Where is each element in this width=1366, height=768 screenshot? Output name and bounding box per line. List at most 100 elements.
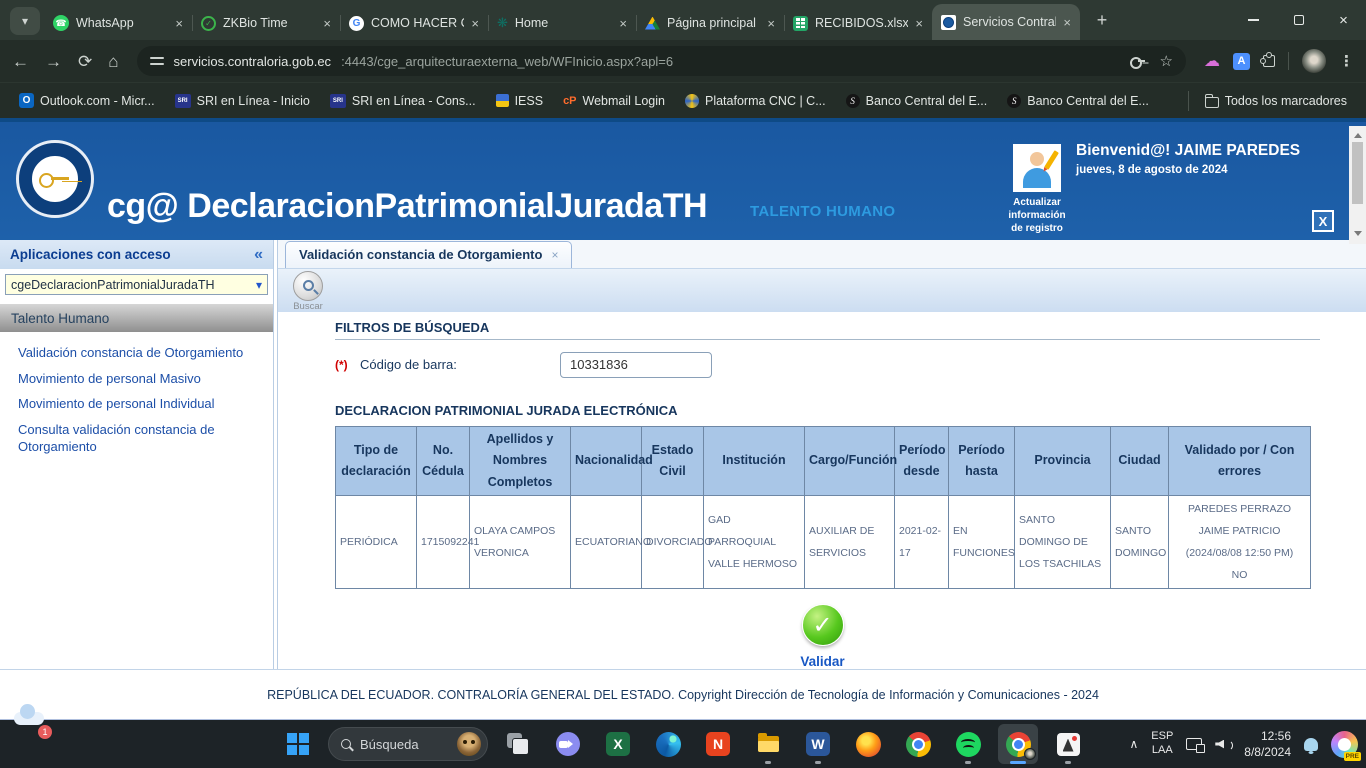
bookmark-sri-inicio[interactable]: SRISRI en Línea - Inicio [166, 91, 319, 111]
bookmark-banco-central-2[interactable]: SBanco Central del E... [998, 91, 1158, 111]
excel-button[interactable]: X [598, 724, 638, 764]
cell-ciudad: SANTO DOMINGO [1111, 495, 1169, 588]
cloud-extension-icon[interactable]: ☁ [1204, 51, 1220, 71]
forward-button[interactable]: → [45, 53, 62, 70]
sidebar-item-validacion-constancia[interactable]: Validación constancia de Otorgamiento [0, 340, 273, 366]
sidebar-item-movimiento-individual[interactable]: Movimiento de personal Individual [0, 391, 273, 417]
bookmark-outlook[interactable]: OOutlook.com - Micr... [10, 90, 164, 111]
tab-close-icon[interactable]: × [1063, 15, 1071, 30]
nitro-pdf-button[interactable]: N [698, 724, 738, 764]
volume-icon[interactable] [1215, 738, 1231, 751]
network-icon[interactable] [1186, 738, 1202, 750]
tab-validacion-constancia[interactable]: Validación constancia de Otorgamiento × [285, 241, 572, 268]
file-explorer-button[interactable] [748, 724, 788, 764]
tab-zkbio[interactable]: ✓ ZKBio Time × [192, 6, 340, 40]
tab-recibidos[interactable]: RECIBIDOS.xlsx - × [784, 6, 932, 40]
sidebar-collapse-icon[interactable]: « [254, 246, 263, 264]
update-registration-block[interactable]: Actualizar información de registro [1008, 144, 1066, 235]
edge-button[interactable] [648, 724, 688, 764]
sidebar-item-consulta-validacion[interactable]: Consulta validación constancia de Otorga… [0, 417, 273, 460]
cell-cargo: AUXILIAR DE SERVICIOS [805, 495, 895, 588]
cell-institucion: GAD PARROQUIAL VALLE HERMOSO [704, 495, 805, 588]
taskbar-weather-widget[interactable]: 1 [14, 728, 54, 760]
logout-close-button[interactable]: X [1312, 210, 1334, 232]
tab-title: Servicios Contral [963, 15, 1056, 29]
window-minimize-button[interactable] [1231, 0, 1276, 40]
word-button[interactable]: W [798, 724, 838, 764]
scrollbar-up-arrow[interactable] [1354, 129, 1362, 138]
content-tab-close-icon[interactable]: × [551, 248, 558, 262]
back-button[interactable]: ← [12, 53, 29, 70]
page-scrollbar[interactable] [1349, 126, 1366, 244]
validar-label[interactable]: Validar [335, 654, 1310, 669]
zkbio-icon: ✓ [201, 16, 216, 31]
teams-chat-button[interactable] [548, 724, 588, 764]
bookmark-cnc[interactable]: Plataforma CNC | C... [676, 91, 835, 111]
update-registration-link[interactable]: Actualizar información de registro [1008, 196, 1066, 235]
tab-servicios-contraloria-active[interactable]: Servicios Contral × [932, 4, 1080, 40]
bookmark-sri-consultas[interactable]: SRISRI en Línea - Cons... [321, 91, 485, 111]
home-button[interactable]: ⌂ [108, 53, 118, 70]
search-icon[interactable] [293, 271, 323, 301]
language-indicator[interactable]: ESP LAA [1151, 730, 1173, 758]
spotify-icon [956, 732, 981, 757]
tab-close-icon[interactable]: × [175, 16, 183, 31]
task-view-button[interactable] [498, 724, 538, 764]
bookmark-banco-central-1[interactable]: SBanco Central del E... [837, 91, 997, 111]
cell-periodo-hasta: EN FUNCIONES [949, 495, 1015, 588]
tab-close-icon[interactable]: × [619, 16, 627, 31]
all-bookmarks-button[interactable]: Todos los marcadores [1188, 91, 1356, 111]
tab-close-icon[interactable]: × [915, 16, 923, 31]
required-mark: (*) [335, 358, 360, 372]
new-tab-button[interactable]: + [1088, 6, 1116, 34]
java-app-button[interactable] [1048, 724, 1088, 764]
taskbar-search[interactable]: Búsqueda [328, 727, 488, 761]
clock[interactable]: 12:56 8/8/2024 [1244, 728, 1291, 760]
reload-button[interactable]: ⟳ [78, 53, 92, 70]
password-key-icon[interactable] [1130, 57, 1145, 66]
sidebar-group-talento-humano[interactable]: Talento Humano [0, 304, 273, 332]
copilot-icon[interactable]: PRE [1331, 731, 1358, 758]
validar-button[interactable]: ✓ [802, 604, 844, 646]
bookmark-webmail[interactable]: cPWebmail Login [554, 91, 674, 111]
tab-close-icon[interactable]: × [767, 16, 775, 31]
bookmark-iess[interactable]: IESS [487, 91, 553, 111]
tab-close-icon[interactable]: × [323, 16, 331, 31]
col-no-cedula: No. Cédula [417, 427, 470, 496]
window-maximize-button[interactable] [1276, 0, 1321, 40]
chrome-active-window-button[interactable] [998, 724, 1038, 764]
window-close-button[interactable]: × [1321, 0, 1366, 40]
tray-chevron-up-icon[interactable]: ∧ [1129, 737, 1138, 751]
extensions-puzzle-icon[interactable] [1263, 55, 1275, 67]
notifications-bell-icon[interactable] [1304, 738, 1318, 751]
address-bar[interactable]: servicios.contraloria.gob.ec:4443/cge_ar… [137, 46, 1186, 76]
chrome-icon [906, 732, 931, 757]
browser-menu-icon[interactable]: ⋮ [1339, 52, 1354, 70]
sidebar-item-movimiento-masivo[interactable]: Movimiento de personal Masivo [0, 366, 273, 392]
tab-home[interactable]: ❋ Home × [488, 6, 636, 40]
tab-search-button[interactable]: ▾ [10, 7, 40, 35]
application-select[interactable]: cgeDeclaracionPatrimonialJuradaTH ▾ [5, 274, 268, 295]
translate-extension-icon[interactable]: A [1233, 53, 1250, 70]
tab-close-icon[interactable]: × [471, 16, 479, 31]
col-institucion: Institución [704, 427, 805, 496]
buscar-button[interactable]: Buscar [285, 271, 331, 312]
cell-periodo-desde: 2021-02-17 [895, 495, 949, 588]
whatsapp-icon: ☎ [53, 15, 69, 31]
cell-validado-por: PAREDES PERRAZO JAIME PATRICIO (2024/08/… [1169, 495, 1311, 588]
site-settings-icon[interactable] [150, 55, 164, 68]
table-row[interactable]: PERIÓDICA 1715092241 OLAYA CAMPOS VERONI… [336, 495, 1311, 588]
tab-whatsapp[interactable]: ☎ WhatsApp × [44, 6, 192, 40]
bookmark-star-icon[interactable]: ☆ [1160, 52, 1173, 70]
scrollbar-down-arrow[interactable] [1354, 231, 1362, 240]
spotify-button[interactable] [948, 724, 988, 764]
user-avatar-icon[interactable] [1013, 144, 1061, 192]
tab-como-hacer[interactable]: G COMO HACER C × [340, 6, 488, 40]
scrollbar-thumb[interactable] [1352, 142, 1363, 204]
barcode-input[interactable] [560, 352, 712, 378]
profile-avatar[interactable] [1302, 49, 1326, 73]
chrome-button[interactable] [898, 724, 938, 764]
tab-pagina-principal[interactable]: Página principal × [636, 6, 784, 40]
start-button[interactable] [278, 724, 318, 764]
firefox-button[interactable] [848, 724, 888, 764]
